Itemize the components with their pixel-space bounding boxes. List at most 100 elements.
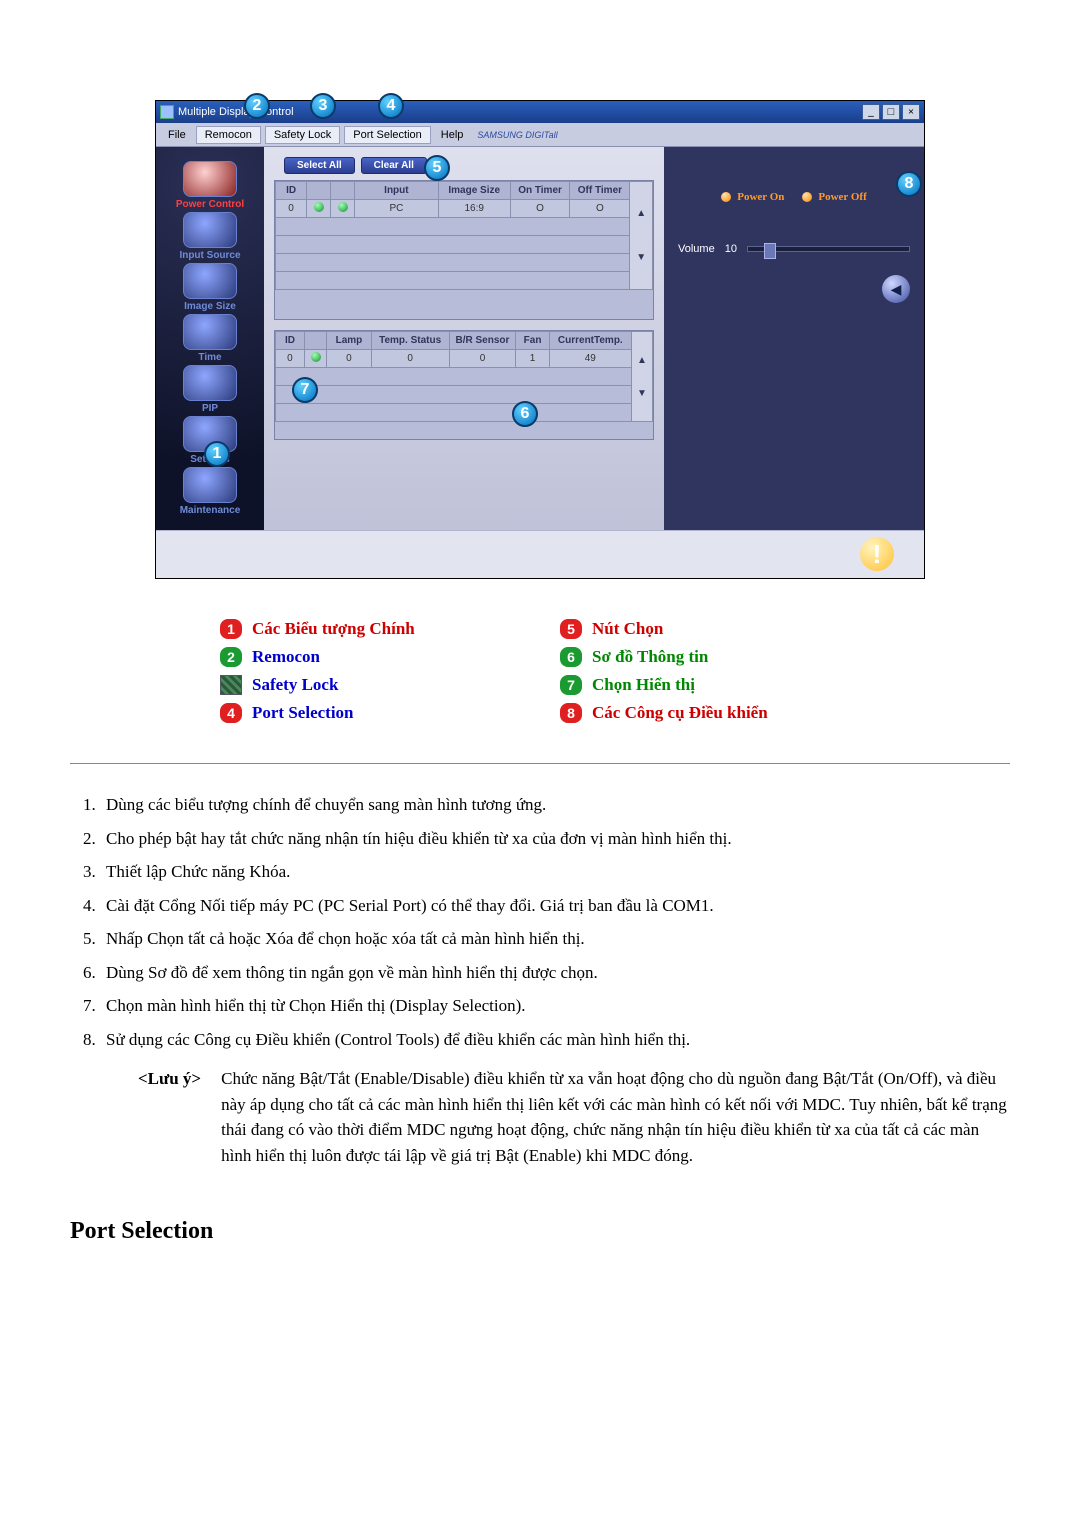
- cell-lamp: 0: [327, 350, 372, 368]
- table-row[interactable]: 0 0 0 0 1 49: [276, 350, 653, 368]
- callout-8: 8: [896, 171, 922, 197]
- empty-row: [276, 254, 630, 272]
- sidebar: Power Control Input Source Image Size Ti…: [156, 147, 264, 530]
- power-dot-icon: [802, 192, 812, 202]
- list-item: Dùng Sơ đồ để xem thông tin ngắn gọn về …: [100, 960, 1010, 986]
- list-item: Chọn màn hình hiển thị từ Chọn Hiển thị …: [100, 993, 1010, 1019]
- legend-badge-7: 7: [560, 675, 582, 695]
- cell-fan: 1: [516, 350, 549, 368]
- volume-value: 10: [725, 243, 737, 255]
- table-row[interactable]: 0 PC 16:9 O O: [276, 200, 653, 218]
- col-id: ID: [276, 182, 307, 200]
- power-on-button[interactable]: Power On: [721, 191, 784, 203]
- sidebar-item-pip[interactable]: PIP: [162, 365, 258, 414]
- legend-badge-1: 1: [220, 619, 242, 639]
- legend-text: Chọn Hiển thị: [592, 675, 695, 695]
- legend-text: Các Công cụ Điều khiển: [592, 703, 768, 723]
- cell-id: 0: [276, 350, 305, 368]
- col-offtimer: Off Timer: [570, 182, 630, 200]
- legend-row-6: 6 Sơ đồ Thông tin: [560, 647, 860, 667]
- power-dot-icon: [721, 192, 731, 202]
- list-item: Thiết lập Chức năng Khóa.: [100, 859, 1010, 885]
- list-item: Nhấp Chọn tất cả hoặc Xóa để chọn hoặc x…: [100, 926, 1010, 952]
- select-all-button[interactable]: Select All: [284, 157, 355, 174]
- app-icon: [160, 105, 174, 119]
- cell-imagesize: 16:9: [438, 200, 510, 218]
- control-tools-panel: Power On Power Off Volume 10 ◀: [664, 147, 924, 530]
- col-blank1: [307, 182, 331, 200]
- volume-slider[interactable]: [747, 246, 910, 252]
- brand-label: SAMSUNG DIGITall: [477, 130, 557, 140]
- sidebar-item-label: Power Control: [162, 199, 258, 210]
- col-input: Input: [355, 182, 439, 200]
- sidebar-item-power-control[interactable]: Power Control: [162, 161, 258, 210]
- empty-row: [276, 236, 630, 254]
- legend-text: Port Selection: [252, 703, 354, 723]
- callout-6: 6: [512, 401, 538, 427]
- body-list: Dùng các biểu tượng chính để chuyển sang…: [100, 792, 1010, 1052]
- separator: [70, 763, 1010, 764]
- legend-badge-5: 5: [560, 619, 582, 639]
- legend-text: Nút Chọn: [592, 619, 663, 639]
- col-blank2: [331, 182, 355, 200]
- maintenance-icon: [183, 467, 237, 503]
- empty-row: [276, 218, 630, 236]
- menu-help[interactable]: Help: [435, 127, 470, 143]
- list-item: Dùng các biểu tượng chính để chuyển sang…: [100, 792, 1010, 818]
- menu-file[interactable]: File: [162, 127, 192, 143]
- legend-row-8: 8 Các Công cụ Điều khiển: [560, 703, 860, 723]
- status-dot-icon: [311, 352, 321, 362]
- image-size-icon: [183, 263, 237, 299]
- legend-row-3: Safety Lock: [220, 675, 520, 695]
- minimize-button[interactable]: _: [862, 104, 880, 120]
- speaker-icon: ◀: [891, 281, 902, 298]
- maximize-button[interactable]: □: [882, 104, 900, 120]
- section-heading-port-selection: Port Selection: [70, 1218, 1010, 1245]
- clear-all-button[interactable]: Clear All: [361, 157, 427, 174]
- sidebar-item-label: Image Size: [162, 301, 258, 312]
- grid-scrollbar[interactable]: ▲▼: [631, 332, 652, 422]
- cell-offtimer: O: [570, 200, 630, 218]
- cell-check[interactable]: [307, 200, 331, 218]
- list-item: Sử dụng các Công cụ Điều khiển (Control …: [100, 1027, 1010, 1053]
- col-ontimer: On Timer: [510, 182, 570, 200]
- col-lamp: Lamp: [327, 332, 372, 350]
- power-on-label: Power On: [737, 191, 784, 203]
- status-dot-icon: [314, 202, 324, 212]
- sidebar-item-label: PIP: [162, 403, 258, 414]
- empty-row: [276, 404, 632, 422]
- legend-text: Các Biểu tượng Chính: [252, 619, 415, 639]
- sidebar-item-input-source[interactable]: Input Source: [162, 212, 258, 261]
- grid-scrollbar[interactable]: ▲▼: [630, 182, 653, 290]
- menu-safety-lock[interactable]: Safety Lock: [265, 126, 340, 144]
- legend-row-2: 2 Remocon: [220, 647, 520, 667]
- titlebar: Multiple Display Control _ □ ×: [156, 101, 924, 123]
- col-curtemp: CurrentTemp.: [549, 332, 631, 350]
- center-panel: Select All Clear All le ID Input Image S…: [264, 147, 664, 530]
- legend-row-4: 4 Port Selection: [220, 703, 520, 723]
- cell-input: PC: [355, 200, 439, 218]
- cell-ontimer: O: [510, 200, 570, 218]
- mute-button[interactable]: ◀: [882, 275, 910, 303]
- list-item: Cho phép bật hay tắt chức năng nhận tín …: [100, 826, 1010, 852]
- window-title: Multiple Display Control: [178, 106, 294, 118]
- menu-port-selection[interactable]: Port Selection: [344, 126, 430, 144]
- col-temp: Temp. Status: [371, 332, 449, 350]
- legend-row-5: 5 Nút Chọn: [560, 619, 860, 639]
- legend-badge-8: 8: [560, 703, 582, 723]
- menu-remocon[interactable]: Remocon: [196, 126, 261, 144]
- sidebar-item-image-size[interactable]: Image Size: [162, 263, 258, 312]
- power-off-button[interactable]: Power Off: [802, 191, 866, 203]
- legend-text: Safety Lock: [252, 675, 338, 695]
- sidebar-item-time[interactable]: Time: [162, 314, 258, 363]
- alert-icon: !: [860, 537, 894, 571]
- menubar: File Remocon Safety Lock Port Selection …: [156, 123, 924, 147]
- empty-row: [276, 272, 630, 290]
- close-button[interactable]: ×: [902, 104, 920, 120]
- cell-sel[interactable]: [304, 350, 326, 368]
- sidebar-item-maintenance[interactable]: Maintenance: [162, 467, 258, 516]
- display-selection-grid: ID Lamp Temp. Status B/R Sensor Fan Curr…: [274, 330, 654, 440]
- note-text: Chức năng Bật/Tắt (Enable/Disable) điều …: [221, 1066, 1010, 1168]
- callout-5: 5: [424, 155, 450, 181]
- info-grid: ID Input Image Size On Timer Off Timer ▲…: [274, 180, 654, 320]
